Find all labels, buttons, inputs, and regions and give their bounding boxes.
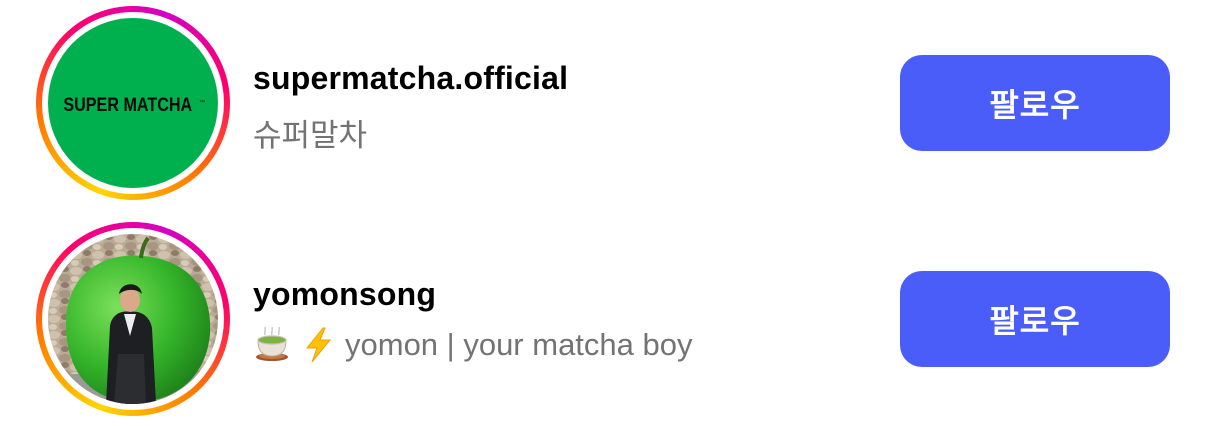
account-subtitle: 슈퍼말차: [253, 110, 367, 155]
story-ring[interactable]: SUPER MATCHA ™: [36, 6, 230, 200]
logo-text: SUPER MATCHA: [63, 94, 192, 116]
username[interactable]: supermatcha.official: [253, 60, 568, 97]
story-ring[interactable]: [36, 222, 230, 416]
suggested-account-row[interactable]: SUPER MATCHA ™ supermatcha.official 슈퍼말차…: [0, 6, 1206, 200]
suggested-account-row[interactable]: yomonsong yomon | your matcha boy 팔로우: [0, 222, 1206, 416]
account-subtitle: yomon | your matcha boy: [253, 326, 693, 364]
avatar[interactable]: [48, 234, 218, 404]
teacup-icon: [253, 326, 291, 364]
follow-button[interactable]: 팔로우: [900, 271, 1170, 367]
lightning-icon: [299, 326, 337, 364]
logo-trademark: ™: [199, 99, 205, 106]
follow-button[interactable]: 팔로우: [900, 55, 1170, 151]
subtitle-text: 슈퍼말차: [253, 118, 368, 153]
profile-photo: [48, 234, 218, 404]
supermatcha-logo: SUPER MATCHA ™: [48, 18, 218, 188]
subtitle-text: yomon | your matcha boy: [345, 327, 693, 362]
username[interactable]: yomonsong: [253, 276, 436, 313]
avatar[interactable]: SUPER MATCHA ™: [48, 18, 218, 188]
